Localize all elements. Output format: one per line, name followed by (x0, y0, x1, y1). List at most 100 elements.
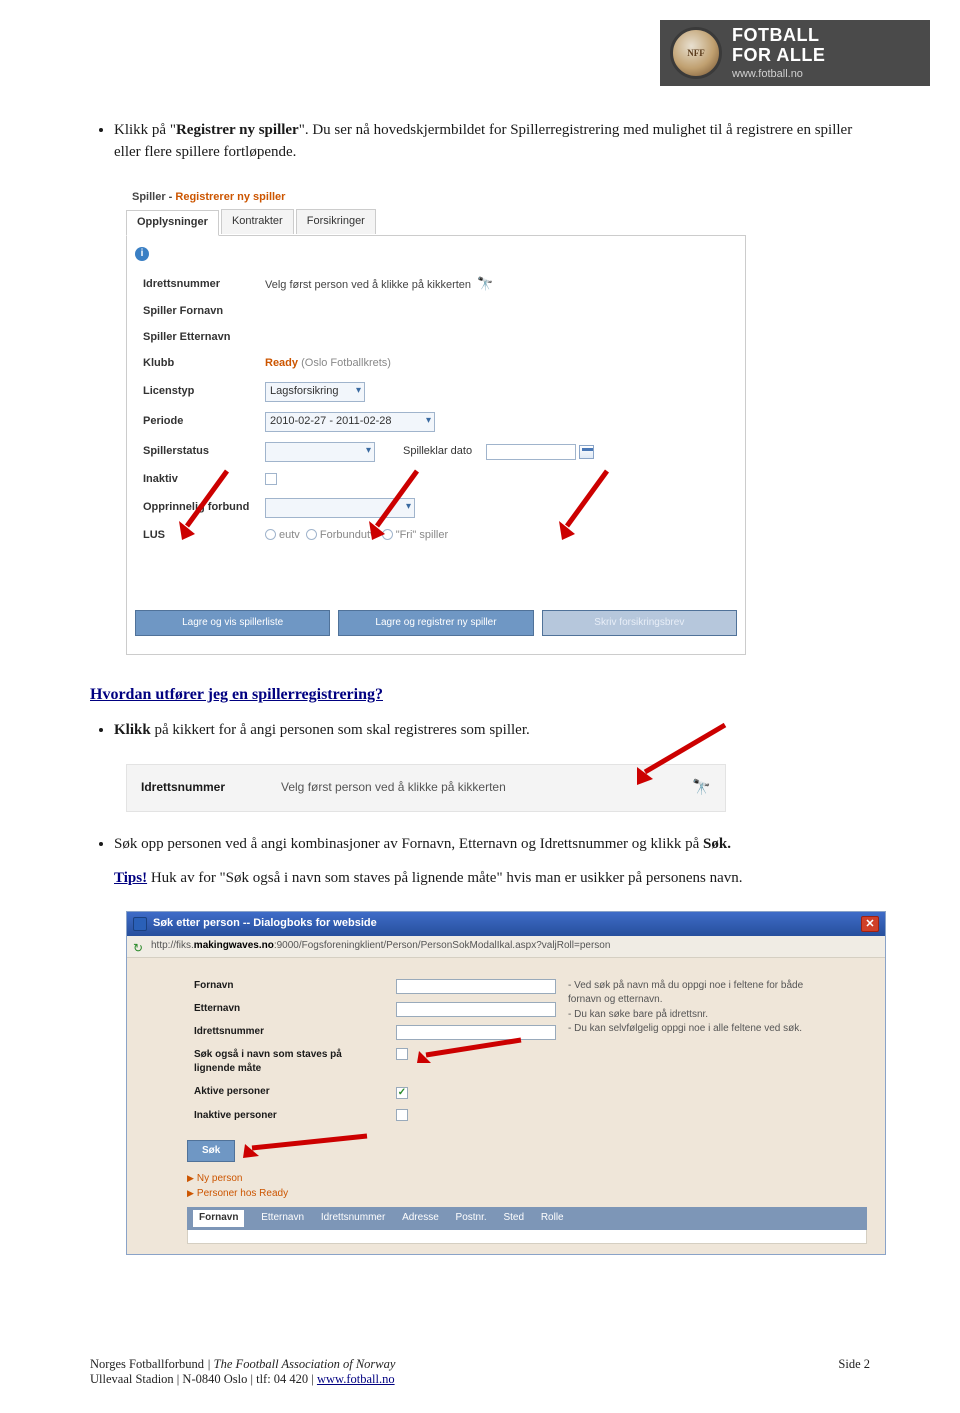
chk-inaktive[interactable] (396, 1109, 408, 1121)
lus-radio-a[interactable] (265, 529, 276, 540)
input-etternavn[interactable] (396, 1002, 556, 1017)
bullet-3: Søk opp personen ved å angi kombinasjone… (114, 834, 870, 890)
red-arrow-binoc (615, 717, 735, 797)
p1-bold: Registrer ny spiller (176, 122, 299, 138)
idretts-hint: Velg først person ved å klikke på kikker… (265, 279, 471, 291)
label-periode: Periode (137, 408, 257, 436)
col-idretts[interactable]: Idrettsnummer (321, 1211, 385, 1226)
link-personer-hos[interactable]: Personer hos Ready (197, 1188, 288, 1199)
red-arrow-1 (167, 466, 247, 546)
dialog-addressbar: ↻ http://fiks.makingwaves.no:9000/Fogsfo… (127, 936, 885, 958)
red-arrow-2 (357, 466, 437, 546)
label-etternavn: Spiller Etternavn (137, 326, 257, 350)
status-select[interactable] (265, 442, 375, 462)
bullet-list-1: Klikk på "Registrer ny spiller". Du ser … (90, 120, 870, 164)
col-fornavn[interactable]: Fornavn (193, 1210, 244, 1227)
col-etternavn[interactable]: Etternavn (261, 1211, 304, 1226)
binoculars-icon[interactable]: 🔭 (477, 276, 493, 291)
shot2-label: Idrettsnummer (141, 779, 281, 796)
form-tabs: Opplysninger Kontrakter Forsikringer (126, 209, 746, 236)
label-search-fornavn: Fornavn (189, 976, 389, 997)
calendar-icon[interactable] (579, 445, 594, 459)
p2-bold: Klikk (114, 722, 151, 738)
banner-url: www.fotball.no (732, 68, 825, 80)
p1-pre: Klikk på " (114, 122, 176, 138)
tips-link[interactable]: Tips! (114, 870, 147, 886)
form-title: Spiller - Registrerer ny spiller (126, 186, 746, 210)
klubb-subtext: (Oslo Fotballkrets) (301, 357, 391, 369)
licenstyp-select[interactable]: Lagsforsikring (265, 382, 365, 402)
footer-link[interactable]: www.fotball.no (317, 1372, 395, 1386)
screenshot-search-dialog: Søk etter person -- Dialogboks for websi… (126, 911, 886, 1254)
p3-bold: Søk. (703, 836, 731, 852)
p2-rest: på kikkert for å angi personen som skal … (151, 722, 530, 738)
red-arrow-sok (237, 1130, 377, 1162)
col-adresse[interactable]: Adresse (402, 1211, 439, 1226)
dialog-title: Søk etter person -- Dialogboks for websi… (153, 916, 377, 932)
dialog-formarea: Fornavn - Ved søk på navn må du oppgi no… (127, 958, 885, 1254)
result-header: Fornavn Etternavn Idrettsnummer Adresse … (187, 1207, 867, 1230)
btn-lagre-vis[interactable]: Lagre og vis spillerliste (135, 610, 330, 637)
form-title-a: Spiller - (132, 191, 175, 203)
hint-b: - Du kan søke bare på idrettsnr. (568, 1008, 818, 1023)
col-postnr[interactable]: Postnr. (456, 1211, 487, 1226)
footer-org-en: | The Football Association of Norway (204, 1357, 395, 1371)
footer-addr: Ullevaal Stadion | N-0840 Oslo | tlf: 04… (90, 1372, 317, 1386)
klubb-value: Ready (265, 357, 298, 369)
close-button[interactable]: ✕ (861, 916, 879, 932)
red-arrow-3 (547, 466, 627, 546)
form-title-b: Registrerer ny spiller (175, 191, 285, 203)
banner-line2: FOR ALLE (732, 46, 825, 66)
chk-lignende[interactable] (396, 1048, 408, 1060)
spilleklar-input[interactable] (486, 444, 576, 460)
inaktiv-checkbox[interactable] (265, 473, 277, 485)
dialog-titlebar: Søk etter person -- Dialogboks for websi… (127, 912, 885, 936)
input-fornavn[interactable] (396, 979, 556, 994)
link-ny-person[interactable]: Ny person (197, 1173, 243, 1184)
label-search-idretts: Idrettsnummer (189, 1022, 389, 1043)
sok-button[interactable]: Søk (187, 1140, 235, 1163)
label-klubb: Klubb (137, 352, 257, 376)
triangle-icon-2: ▶ (187, 1188, 194, 1198)
p3-pre: Søk opp personen ved å angi kombinasjone… (114, 836, 703, 852)
refresh-icon[interactable]: ↻ (133, 940, 147, 954)
tab-opplysninger[interactable]: Opplysninger (126, 210, 219, 236)
tab-kontrakter[interactable]: Kontrakter (221, 209, 294, 234)
triangle-icon: ▶ (187, 1173, 194, 1183)
hint-a: - Ved søk på navn må du oppgi noe i felt… (568, 979, 818, 1008)
info-icon[interactable]: i (135, 247, 149, 261)
lus-radio-b[interactable] (306, 529, 317, 540)
page-number: Side 2 (838, 1357, 870, 1372)
bullet-list-2: Klikk på kikkert for å angi personen som… (90, 720, 870, 742)
label-licenstyp: Licenstyp (137, 378, 257, 406)
document-body: Klikk på "Registrer ny spiller". Du ser … (0, 0, 960, 1337)
label-idrettsnummer: Idrettsnummer (137, 271, 257, 298)
brand-banner: NFF FOTBALL FOR ALLE www.fotball.no (660, 20, 930, 86)
col-sted[interactable]: Sted (503, 1211, 524, 1226)
page-footer: Norges Fotballforbund | The Football Ass… (90, 1357, 870, 1387)
label-search-lignende: Søk også i navn som staves på lignende m… (189, 1045, 389, 1080)
label-search-aktive: Aktive personer (189, 1082, 389, 1104)
label-spilleklar-dato: Spilleklar dato (403, 445, 472, 457)
result-empty (187, 1230, 867, 1244)
chk-aktive[interactable] (396, 1087, 408, 1099)
red-arrow-checkbox (411, 1035, 531, 1075)
btn-lagre-ny[interactable]: Lagre og registrer ny spiller (338, 610, 533, 637)
label-fornavn: Spiller Fornavn (137, 300, 257, 324)
nff-logo: NFF (670, 27, 722, 79)
banner-text: FOTBALL FOR ALLE www.fotball.no (732, 26, 825, 80)
bullet-list-3: Søk opp personen ved å angi kombinasjone… (90, 834, 870, 890)
heading-how-to-register[interactable]: Hvordan utfører jeg en spillerregistreri… (90, 683, 870, 706)
dialog-url: http://fiks.makingwaves.no:9000/Fogsfore… (151, 939, 610, 954)
tab-forsikringer[interactable]: Forsikringer (296, 209, 376, 234)
label-spillerstatus: Spillerstatus (137, 438, 257, 466)
label-search-etternavn: Etternavn (189, 999, 389, 1020)
col-rolle[interactable]: Rolle (541, 1211, 564, 1226)
ie-icon (133, 917, 147, 931)
banner-line1: FOTBALL (732, 26, 825, 46)
dialog-links: ▶Ny person ▶Personer hos Ready (187, 1172, 867, 1201)
screenshot-register-form: Spiller - Registrerer ny spiller Opplysn… (126, 186, 746, 656)
screenshot-idretts-row: Idrettsnummer Velg først person ved å kl… (126, 764, 726, 812)
btn-forsikringsbrev[interactable]: Skriv forsikringsbrev (542, 610, 737, 637)
periode-select[interactable]: 2010-02-27 - 2011-02-28 (265, 412, 435, 432)
